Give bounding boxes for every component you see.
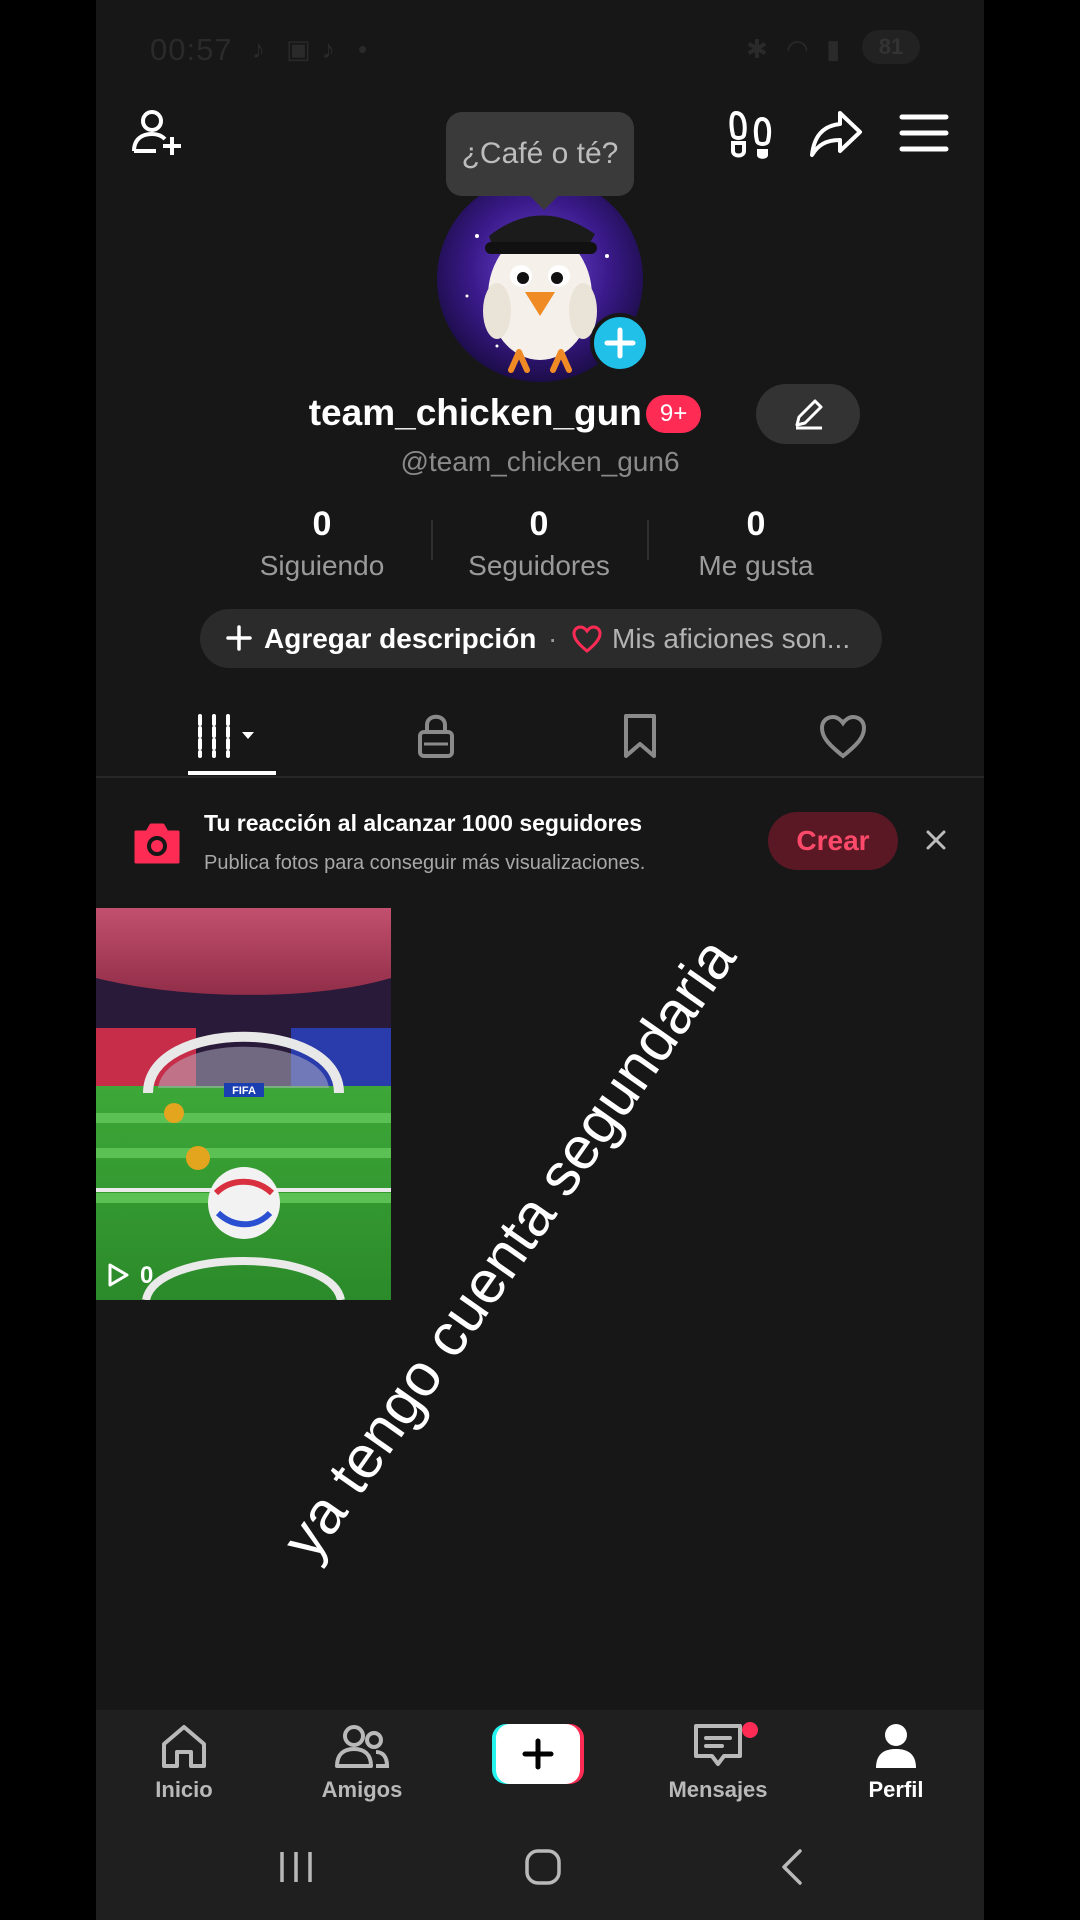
- create-button[interactable]: Crear: [768, 812, 898, 870]
- play-icon: [108, 1263, 129, 1287]
- lock-icon: [418, 714, 454, 758]
- friends-icon: [335, 1725, 390, 1768]
- plus-icon: [226, 625, 252, 651]
- following-count: 0: [312, 505, 332, 543]
- create-video-button[interactable]: [492, 1724, 584, 1784]
- stat-likes[interactable]: 0 Me gusta: [666, 505, 846, 582]
- profile-tabs: [96, 700, 984, 778]
- signal-icon: ▮: [826, 34, 841, 64]
- bookmark-icon: [624, 714, 656, 758]
- battery-indicator: 81: [862, 30, 920, 64]
- fifa-logo-text: FIFA: [232, 1085, 256, 1097]
- heart-icon: [819, 714, 867, 759]
- nav-profile-label: Perfil: [868, 1777, 924, 1802]
- back-icon[interactable]: [778, 1848, 806, 1886]
- heart-icon: [572, 625, 602, 653]
- active-tab-indicator: [188, 771, 276, 775]
- nav-profile[interactable]: Perfil: [836, 1722, 956, 1803]
- add-friend-icon[interactable]: [130, 105, 186, 161]
- screenshot-notification-icon: ▣: [286, 34, 311, 64]
- home-icon: [162, 1725, 206, 1768]
- profile-icon: [876, 1724, 916, 1768]
- phone-screen: 00:57 ♪ ▣ ♪ • ✱ ◠ ▮ 81 ¿Café o té? team_…: [96, 0, 984, 1920]
- stat-followers[interactable]: 0 Seguidores: [449, 505, 629, 582]
- recent-apps-icon[interactable]: [278, 1850, 314, 1884]
- messages-icon: [694, 1724, 742, 1766]
- stat-divider: [647, 520, 649, 560]
- tab-videos[interactable]: [192, 712, 272, 762]
- edit-profile-button[interactable]: [756, 384, 860, 444]
- view-count: 0: [140, 1262, 154, 1289]
- hobbies-label: Mis aficiones son...: [612, 623, 851, 654]
- soccer-game-thumbnail-image: FIFA: [96, 908, 391, 1300]
- nav-friends-label: Amigos: [321, 1777, 403, 1802]
- status-time: 00:57: [150, 32, 233, 67]
- home-button-icon[interactable]: [524, 1848, 562, 1886]
- likes-count: 0: [746, 505, 766, 543]
- footprints-icon[interactable]: [722, 105, 778, 161]
- coffee-or-tea-tooltip[interactable]: ¿Café o té?: [446, 112, 634, 210]
- videos-grid-icon: [198, 714, 254, 758]
- nav-home[interactable]: Inicio: [124, 1722, 244, 1803]
- tab-saved[interactable]: [618, 712, 662, 762]
- banner-title: Tu reacción al alcanzar 1000 seguidores: [204, 810, 643, 836]
- dot-icon: •: [358, 34, 368, 64]
- stat-divider: [431, 520, 433, 560]
- tiktok-notification-icon: ♪: [252, 34, 265, 64]
- followers-label: Seguidores: [468, 550, 610, 581]
- username: team_chicken_gun: [308, 392, 642, 433]
- close-icon[interactable]: [924, 828, 948, 852]
- notification-badge[interactable]: 9+: [645, 395, 702, 433]
- tiktok-notification-icon-2: ♪: [322, 34, 335, 64]
- menu-icon[interactable]: [896, 105, 952, 161]
- unread-dot: [742, 1722, 758, 1738]
- share-icon[interactable]: [808, 105, 864, 161]
- add-description-pill[interactable]: Agregar descripción · Mis aficiones son.…: [200, 609, 882, 668]
- plus-icon: [604, 327, 636, 359]
- stat-following[interactable]: 0 Siguiendo: [232, 505, 412, 582]
- separator-dot: ·: [548, 623, 558, 654]
- following-label: Siguiendo: [259, 550, 385, 581]
- user-handle: @team_chicken_gun6: [400, 446, 680, 477]
- nav-friends[interactable]: Amigos: [302, 1722, 422, 1803]
- nav-messages[interactable]: Mensajes: [658, 1722, 778, 1803]
- add-avatar-button[interactable]: [590, 313, 650, 373]
- tab-liked[interactable]: [818, 712, 868, 762]
- video-thumbnail[interactable]: FIFA 0: [96, 908, 391, 1300]
- plus-icon: [522, 1738, 554, 1770]
- tab-private[interactable]: [414, 712, 458, 762]
- status-bar: 00:57 ♪ ▣ ♪ • ✱ ◠ ▮ 81: [96, 0, 984, 100]
- camera-icon: [134, 823, 180, 864]
- pencil-icon: [795, 399, 823, 430]
- nav-home-label: Inicio: [155, 1777, 213, 1802]
- bluetooth-icon: ✱: [746, 34, 768, 64]
- add-description-label: Agregar descripción: [264, 623, 537, 654]
- wifi-icon: ◠: [786, 34, 809, 64]
- followers-count: 0: [529, 505, 549, 543]
- system-navigation-bar: [96, 1818, 984, 1920]
- banner-subtitle: Publica fotos para conseguir más visuali…: [204, 852, 646, 874]
- nav-messages-label: Mensajes: [668, 1777, 768, 1802]
- likes-label: Me gusta: [698, 550, 814, 581]
